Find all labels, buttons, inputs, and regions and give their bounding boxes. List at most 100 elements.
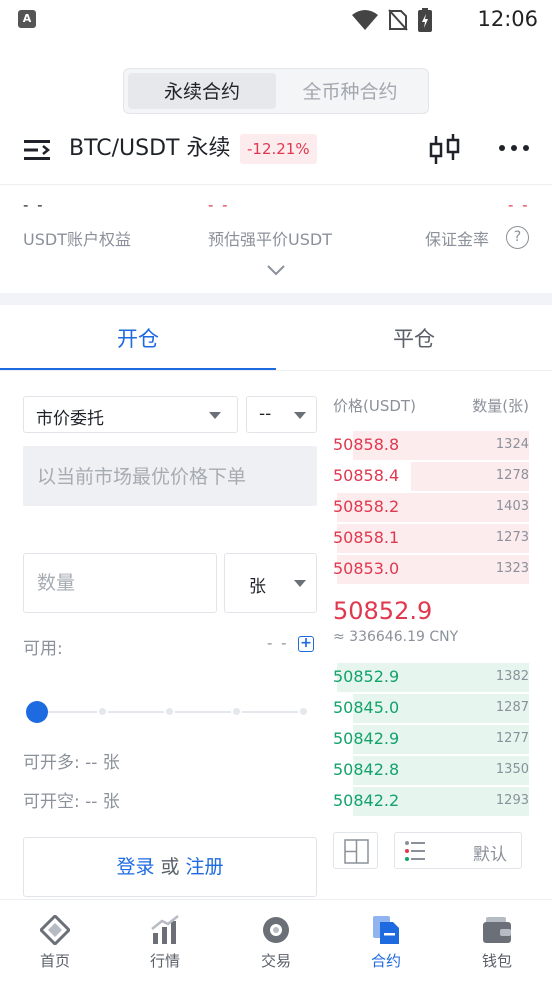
nav-wallet[interactable]: 钱包 <box>442 900 552 981</box>
orderbook-row[interactable]: 50845.0 1287 <box>333 694 529 725</box>
orderbook-row[interactable]: 50842.8 1350 <box>333 756 529 787</box>
list-mode-icon <box>405 841 425 861</box>
slider-step-25[interactable] <box>97 706 108 717</box>
orderbook-price: 50858.8 <box>333 435 400 454</box>
orderbook-row[interactable]: 50853.0 1323 <box>333 555 529 586</box>
orderbook-row[interactable]: 50858.2 1403 <box>333 493 529 524</box>
orderbook-price: 50853.0 <box>333 559 400 578</box>
tabs-divider <box>0 370 552 371</box>
order-type-select[interactable]: 市价委托 <box>23 396 238 433</box>
status-bar: A 12:06 <box>0 0 552 40</box>
chevron-down-icon[interactable] <box>266 264 286 276</box>
orderbook-price-header: 价格(USDT) <box>333 397 416 415</box>
wallet-icon <box>483 917 511 943</box>
orderbook-qty: 1278 <box>495 468 529 483</box>
transfer-plus-icon[interactable]: + <box>298 636 314 652</box>
can-open-long: 可开多: -- 张 <box>23 753 120 773</box>
orderbook-qty-header: 数量(张) <box>472 397 529 415</box>
pair-menu-icon[interactable] <box>24 138 52 162</box>
orderbook-qty: 1350 <box>495 762 529 777</box>
orderbook-row[interactable]: 50842.2 1293 <box>333 787 529 818</box>
pair-title[interactable]: BTC/USDT 永续 <box>69 134 230 164</box>
home-icon <box>40 915 70 945</box>
nav-home[interactable]: 首页 <box>0 900 110 981</box>
contract-icon <box>373 916 399 944</box>
order-type-value: 市价委托 <box>36 409 104 429</box>
contract-type-switch: 永续合约 全币种合约 <box>123 68 429 114</box>
divider <box>0 184 552 185</box>
slider-handle[interactable] <box>26 701 48 723</box>
price-change-badge: -12.21% <box>240 134 317 164</box>
depth-layout-button[interactable] <box>333 832 378 869</box>
leverage-value: -- <box>259 404 272 424</box>
available-label: 可用: <box>23 639 63 659</box>
orderbook-price: 50842.9 <box>333 729 400 748</box>
layout-icon <box>344 839 369 864</box>
orderbook-row[interactable]: 50842.9 1277 <box>333 725 529 756</box>
nav-market-label: 行情 <box>149 952 180 970</box>
unit-value: 张 <box>249 577 266 597</box>
clock: 12:06 <box>477 7 538 31</box>
orderbook-qty: 1273 <box>495 530 529 545</box>
last-price: 50852.9 <box>333 597 433 625</box>
orderbook-price: 50858.4 <box>333 466 400 485</box>
caret-down-icon <box>294 580 306 587</box>
help-icon[interactable]: ? <box>506 226 529 249</box>
default-mode-label: 默认 <box>473 845 507 865</box>
candlestick-chart-icon[interactable] <box>428 134 462 166</box>
orderbook-qty: 1382 <box>495 669 529 684</box>
leverage-select[interactable]: -- <box>246 396 317 433</box>
orderbook-qty: 1324 <box>495 437 529 452</box>
market-icon <box>151 915 179 944</box>
register-link[interactable]: 注册 <box>186 856 224 878</box>
orderbook-row[interactable]: 50858.4 1278 <box>333 462 529 493</box>
orderbook-row[interactable]: 50852.9 1382 <box>333 663 529 694</box>
tab-open-position[interactable]: 开仓 <box>0 310 276 370</box>
trade-icon <box>263 917 289 943</box>
or-text: 或 <box>160 856 180 878</box>
tab-close-position[interactable]: 平仓 <box>276 310 552 370</box>
orderbook-price: 50845.0 <box>333 698 400 717</box>
orderbook-price: 50852.9 <box>333 667 400 686</box>
section-separator <box>0 293 552 305</box>
account-stats: - - USDT账户权益 - - 预估强平价USDT - - 保证金率 <box>0 196 552 266</box>
nav-market[interactable]: 行情 <box>110 900 220 981</box>
orderbook-row[interactable]: 50858.1 1273 <box>333 524 529 555</box>
nav-wallet-label: 钱包 <box>481 952 512 970</box>
nav-trade-label: 交易 <box>260 952 291 970</box>
orderbook-qty: 1323 <box>495 561 529 576</box>
market-price-field: 以当前市场最优价格下单 <box>23 446 317 506</box>
orderbook-qty: 1293 <box>495 793 529 808</box>
orderbook-qty: 1287 <box>495 700 529 715</box>
orderbook-display-mode-button[interactable]: 默认 <box>394 832 522 869</box>
margin-rate-label: 保证金率 <box>425 230 490 249</box>
equity-value: - - <box>23 196 45 214</box>
unit-select[interactable]: 张 <box>224 553 317 613</box>
caret-down-icon <box>294 412 306 419</box>
orderbook-qty: 1403 <box>495 499 529 514</box>
orderbook-row[interactable]: 50858.8 1324 <box>333 431 529 462</box>
liq-price-label: 预估强平价USDT <box>208 230 332 249</box>
nav-contract[interactable]: 合约 <box>331 900 441 981</box>
orderbook-price: 50858.2 <box>333 497 400 516</box>
perpetual-contract-tab[interactable]: 永续合约 <box>128 73 276 109</box>
no-sim-icon <box>388 9 408 31</box>
orderbook-qty: 1277 <box>495 731 529 746</box>
slider-step-100[interactable] <box>298 706 309 717</box>
bottom-nav: 首页 行情 交易 合约 钱包 <box>0 899 552 981</box>
more-icon[interactable] <box>498 144 530 152</box>
slider-step-75[interactable] <box>231 706 242 717</box>
market-price-hint: 以当前市场最优价格下单 <box>37 466 247 488</box>
pair-bar: BTC/USDT 永续 -12.21% <box>0 126 552 174</box>
quantity-input[interactable]: 数量 <box>23 553 217 613</box>
last-price-cny: ≈ 336646.19 CNY <box>333 629 459 645</box>
equity-label: USDT账户权益 <box>23 230 131 249</box>
orderbook-price: 50858.1 <box>333 528 400 547</box>
battery-icon <box>418 8 432 32</box>
slider-step-50[interactable] <box>164 706 175 717</box>
all-coin-contract-tab[interactable]: 全币种合约 <box>276 73 424 109</box>
login-link[interactable]: 登录 <box>116 856 154 878</box>
login-register-button[interactable]: 登录或注册 <box>23 837 317 897</box>
nav-trade[interactable]: 交易 <box>221 900 331 981</box>
available-value: - - <box>267 634 289 652</box>
